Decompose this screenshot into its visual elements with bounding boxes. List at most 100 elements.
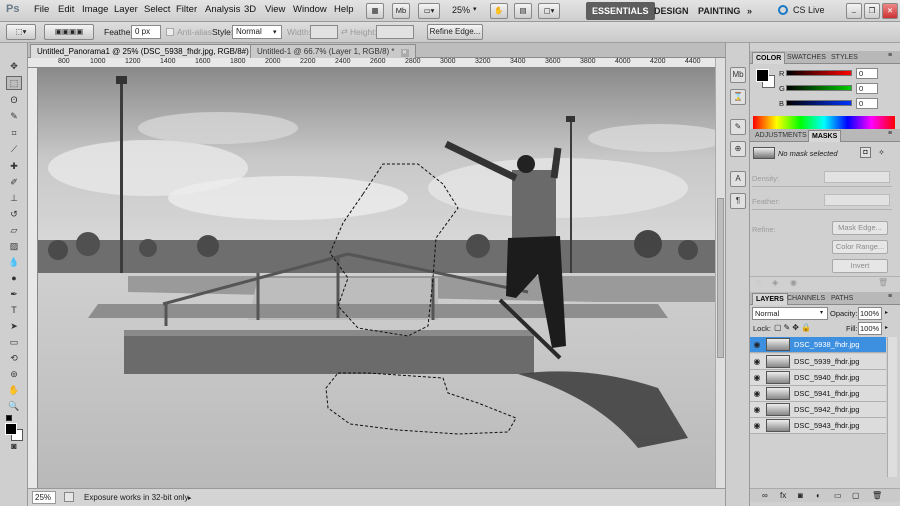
color-foreground-swatch[interactable] xyxy=(756,69,769,82)
eye-icon[interactable]: ◉ xyxy=(752,405,762,415)
crop-tool-icon[interactable]: ⌗ xyxy=(6,126,22,140)
channel-b-value[interactable]: 0 xyxy=(856,98,878,109)
density-slider[interactable] xyxy=(752,186,892,187)
gradient-tool-icon[interactable]: ▨ xyxy=(6,239,22,253)
3d-orbit-tool-icon[interactable]: ⊚ xyxy=(6,367,22,381)
workspace-design[interactable]: DESIGN xyxy=(648,2,695,20)
fill-input[interactable]: 100% xyxy=(858,322,882,335)
vertical-scrollbar[interactable] xyxy=(715,58,725,488)
tool-preset-icon[interactable]: ⬚▾ xyxy=(6,24,36,40)
workspace-more-icon[interactable]: » xyxy=(741,2,758,20)
blur-tool-icon[interactable]: 💧 xyxy=(6,255,22,269)
play-icon[interactable]: ▸ xyxy=(188,494,192,502)
antialias-checkbox[interactable] xyxy=(166,28,174,36)
menu-window[interactable]: Window xyxy=(293,4,327,15)
mask-edge-button[interactable]: Mask Edge... xyxy=(832,221,888,235)
3d-rotate-tool-icon[interactable]: ⟲ xyxy=(6,351,22,365)
new-layer-icon[interactable]: ▢ xyxy=(852,491,860,500)
menu-edit[interactable]: Edit xyxy=(58,4,74,15)
character-icon[interactable]: A xyxy=(730,171,746,187)
brush-tool-icon[interactable]: ✐ xyxy=(6,175,22,189)
panel-menu-icon[interactable]: ≡ xyxy=(888,293,892,300)
arrange-documents-icon[interactable]: ▤ xyxy=(514,3,532,19)
clone-stamp-tool-icon[interactable]: ⊥ xyxy=(6,191,22,205)
status-zoom-field[interactable]: 25% xyxy=(32,491,56,504)
tab-adjustments[interactable]: ADJUSTMENTS xyxy=(752,130,810,142)
menu-help[interactable]: Help xyxy=(334,4,354,15)
bridge-icon[interactable]: ▦ xyxy=(366,3,384,19)
eraser-tool-icon[interactable]: ▱ xyxy=(6,223,22,237)
workspace-essentials[interactable]: ESSENTIALS xyxy=(586,2,655,20)
eye-icon[interactable]: ◉ xyxy=(752,340,762,350)
channel-r-value[interactable]: 0 xyxy=(856,68,878,79)
path-selection-tool-icon[interactable]: ➤ xyxy=(6,319,22,333)
history-icon[interactable]: ⌛ xyxy=(730,89,746,105)
type-tool-icon[interactable]: T xyxy=(6,303,22,317)
mask-feather-field[interactable] xyxy=(824,194,890,206)
document-canvas[interactable] xyxy=(38,68,715,488)
dodge-tool-icon[interactable]: ● xyxy=(6,271,22,285)
layer-row[interactable]: ◉ DSC_5938_fhdr.jpg xyxy=(750,337,886,353)
scroll-thumb[interactable] xyxy=(717,198,724,358)
lock-options-icons[interactable]: ▢✎✥🔒 xyxy=(774,323,813,332)
zoom-tool-icon[interactable]: 🔍 xyxy=(6,399,22,413)
menu-file[interactable]: File xyxy=(34,4,49,15)
tab-styles[interactable]: STYLES xyxy=(828,52,861,64)
channel-g-slider[interactable] xyxy=(786,85,852,91)
foreground-color-swatch[interactable] xyxy=(5,423,17,435)
panel-menu-icon[interactable]: ≡ xyxy=(888,130,892,137)
height-input[interactable] xyxy=(376,25,414,39)
width-input[interactable] xyxy=(310,25,338,39)
menu-filter[interactable]: Filter xyxy=(176,4,197,15)
menu-3d[interactable]: 3D xyxy=(244,4,256,15)
invert-button[interactable]: Invert xyxy=(832,259,888,273)
pixel-mask-icon[interactable]: ◘ xyxy=(860,147,871,158)
tab-layers[interactable]: LAYERS xyxy=(752,293,788,305)
view-extras-icon[interactable]: ▭▾ xyxy=(418,3,440,19)
mini-bridge-button[interactable]: Mb xyxy=(392,3,410,19)
menu-analysis[interactable]: Analysis xyxy=(205,4,240,15)
eye-icon[interactable]: ◉ xyxy=(752,389,762,399)
close-icon[interactable]: ✕ xyxy=(882,3,898,19)
mask-feather-slider[interactable] xyxy=(752,209,892,210)
quick-selection-tool-icon[interactable]: ✎ xyxy=(6,109,22,123)
refine-edge-button[interactable]: Refine Edge... xyxy=(427,24,483,40)
tab-panorama[interactable]: Untitled_Panorama1 @ 25% (DSC_5938_fhdr.… xyxy=(30,44,276,58)
lasso-tool-icon[interactable]: ʘ xyxy=(6,93,22,107)
color-range-button[interactable]: Color Range... xyxy=(832,240,888,254)
quick-mask-icon[interactable]: ◙ xyxy=(6,439,22,453)
move-tool-icon[interactable]: ✥ xyxy=(6,59,22,73)
add-mask-icon[interactable]: ◙ xyxy=(798,491,803,500)
layer-row[interactable]: ◉ DSC_5943_fhdr.jpg xyxy=(750,418,886,434)
tab-swatches[interactable]: SWATCHES xyxy=(784,52,829,64)
link-layers-icon[interactable]: ∞ xyxy=(762,491,768,500)
load-selection-icon[interactable]: ◌ xyxy=(756,278,761,287)
trash-icon[interactable]: 🗑 xyxy=(878,278,888,287)
history-brush-tool-icon[interactable]: ↺ xyxy=(6,207,22,221)
tab-paths[interactable]: PATHS xyxy=(828,293,856,305)
layer-row[interactable]: ◉ DSC_5940_fhdr.jpg xyxy=(750,370,886,386)
layer-style-icon[interactable]: fx xyxy=(780,491,786,500)
menu-image[interactable]: Image xyxy=(82,4,108,15)
restore-icon[interactable]: ❐ xyxy=(864,3,880,19)
brushes-icon[interactable]: ✎ xyxy=(730,119,746,135)
minimize-icon[interactable]: _ xyxy=(846,3,862,19)
density-field[interactable] xyxy=(824,171,890,183)
zoom-level-select[interactable]: 25% xyxy=(452,5,470,15)
new-group-icon[interactable]: ▭ xyxy=(834,491,842,500)
eye-icon[interactable]: ◉ xyxy=(752,373,762,383)
mini-bridge-icon[interactable]: Mb xyxy=(730,67,746,83)
menu-select[interactable]: Select xyxy=(144,4,170,15)
layers-scrollbar[interactable] xyxy=(887,337,897,477)
cs-live-button[interactable]: CS Live xyxy=(793,5,825,15)
selection-mode-icons[interactable]: ▣▣▣▣ xyxy=(44,24,94,40)
default-colors-icon[interactable] xyxy=(6,415,12,421)
blend-mode-select[interactable]: Normal xyxy=(752,307,828,320)
chevron-right-icon[interactable]: ▸ xyxy=(885,324,888,331)
clone-source-icon[interactable]: ⊕ xyxy=(730,141,746,157)
marquee-tool-icon[interactable]: ⬚ xyxy=(6,76,22,90)
layer-row[interactable]: ◉ DSC_5939_fhdr.jpg xyxy=(750,354,886,370)
close-icon[interactable]: ✕ xyxy=(400,49,409,57)
eye-icon[interactable]: ◉ xyxy=(790,278,797,287)
chevron-right-icon[interactable]: ▸ xyxy=(885,309,888,316)
